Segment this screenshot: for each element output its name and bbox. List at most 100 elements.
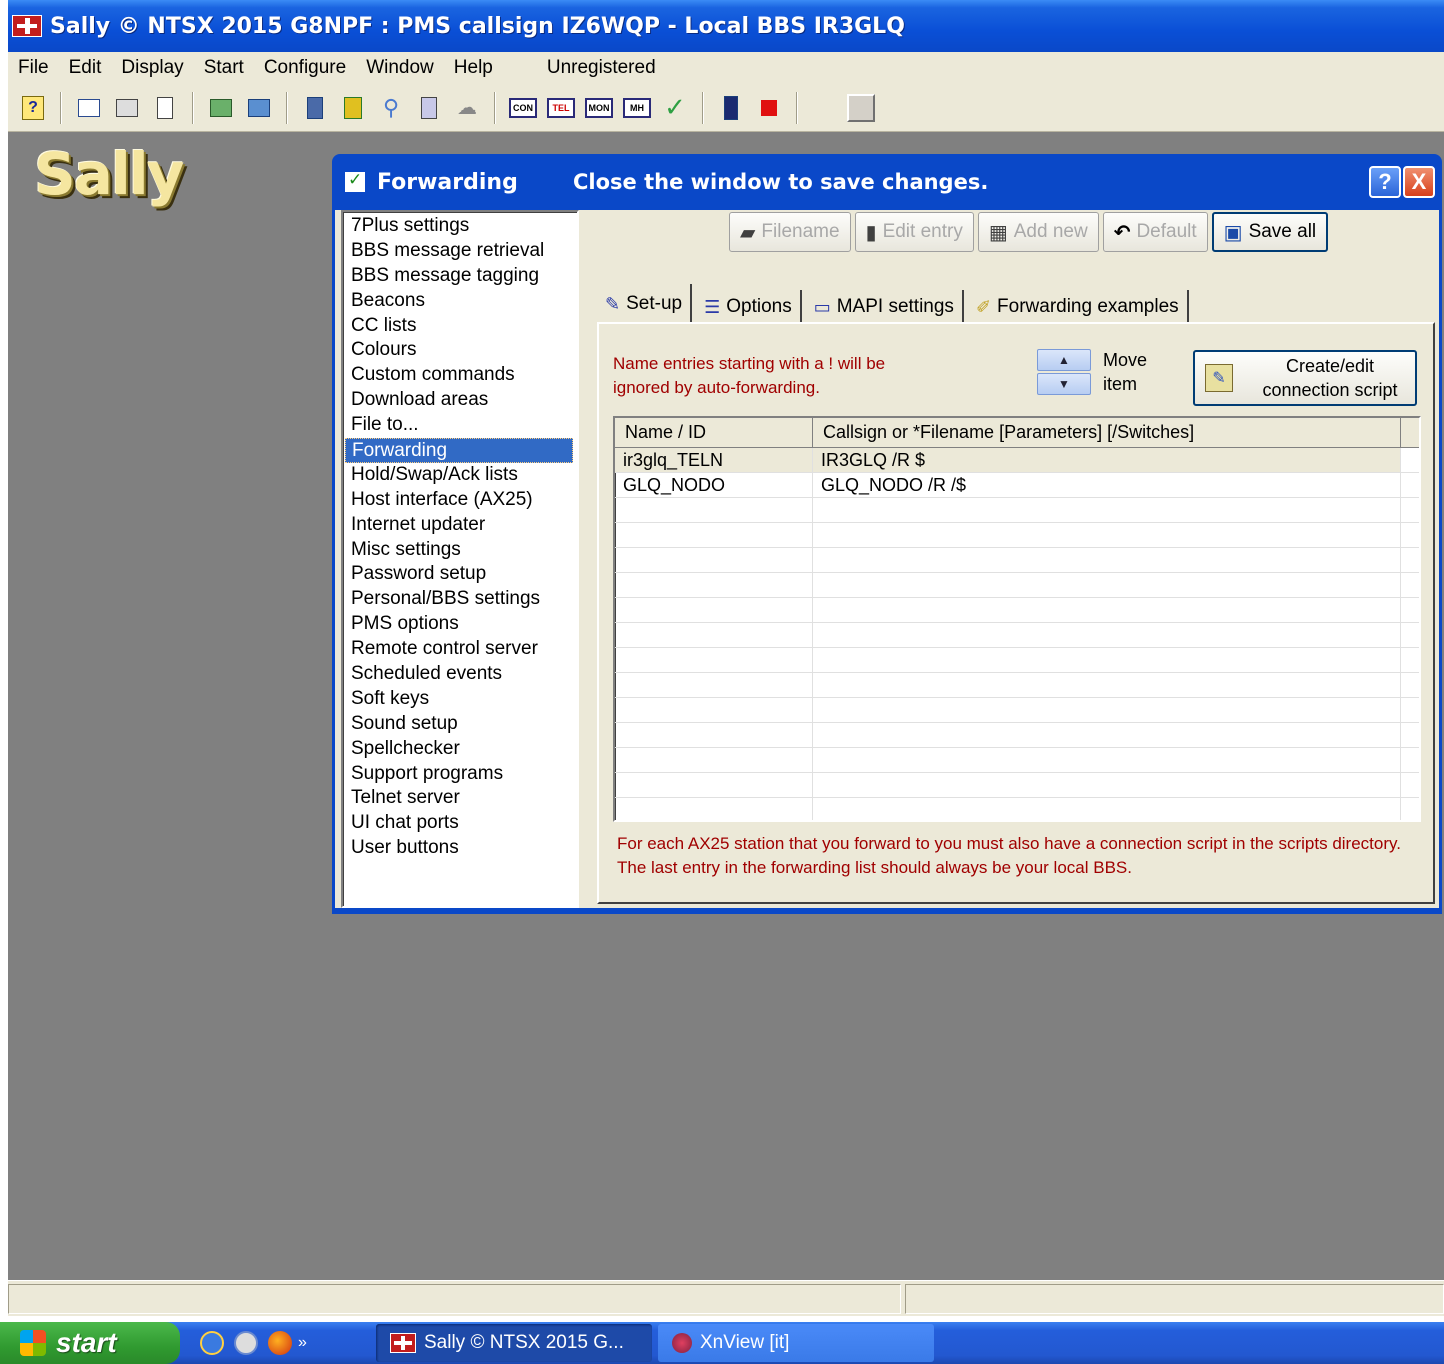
internet-explorer-icon[interactable]	[200, 1331, 224, 1355]
list-item[interactable]: Scheduled events	[343, 662, 577, 687]
category-list[interactable]: 7Plus settings BBS message retrieval BBS…	[341, 210, 579, 908]
column-header-name[interactable]: Name / ID	[615, 418, 813, 447]
list-item[interactable]: Colours	[343, 338, 577, 363]
list-item[interactable]: Internet updater	[343, 513, 577, 538]
table-row-empty[interactable]	[615, 548, 1419, 573]
tab-options[interactable]: ☰ Options	[696, 290, 802, 324]
menu-window[interactable]: Window	[356, 57, 444, 79]
list-item[interactable]: Sound setup	[343, 712, 577, 737]
list-item[interactable]: BBS message retrieval	[343, 239, 577, 264]
table-row-empty[interactable]	[615, 748, 1419, 773]
taskbar-item-xnview[interactable]: XnView [it]	[658, 1324, 934, 1362]
mon-icon[interactable]: MON	[584, 93, 614, 123]
export-icon[interactable]	[244, 93, 274, 123]
database-icon[interactable]	[338, 93, 368, 123]
gray-button-icon[interactable]	[846, 93, 876, 123]
list-item[interactable]: Host interface (AX25)	[343, 488, 577, 513]
table-row-empty[interactable]	[615, 573, 1419, 598]
table-cell-name[interactable]: GLQ_NODO	[615, 473, 813, 497]
tab-setup[interactable]: ✎ Set-up	[597, 284, 693, 324]
con-icon[interactable]: CON	[508, 93, 538, 123]
mh-icon[interactable]: MH	[622, 93, 652, 123]
menu-start[interactable]: Start	[194, 57, 254, 79]
table-cell-name[interactable]: ir3glq_TELN	[615, 448, 813, 472]
list-item[interactable]: 7Plus settings	[343, 214, 577, 239]
check-icon[interactable]: ✓	[660, 92, 690, 123]
table-row-empty[interactable]	[615, 498, 1419, 523]
exit-icon[interactable]	[716, 93, 746, 123]
default-button[interactable]: ↶ Default	[1102, 212, 1208, 252]
table-row[interactable]: ir3glq_TELN IR3GLQ /R $	[615, 448, 1419, 473]
stop-icon[interactable]	[754, 93, 784, 123]
table-row-empty[interactable]	[615, 623, 1419, 648]
menu-edit[interactable]: Edit	[59, 57, 112, 79]
table-row-empty[interactable]	[615, 723, 1419, 748]
list-item-selected[interactable]: Forwarding	[345, 438, 573, 463]
table-row-empty[interactable]	[615, 598, 1419, 623]
table-cell-callsign[interactable]: GLQ_NODO /R /$	[813, 473, 1401, 497]
tab-forwarding-examples[interactable]: ✐ Forwarding examples	[968, 290, 1189, 324]
list-item[interactable]: Custom commands	[343, 363, 577, 388]
table-row-empty[interactable]	[615, 648, 1419, 673]
list-item[interactable]: Download areas	[343, 388, 577, 413]
tab-mapi-settings[interactable]: ▭ MAPI settings	[806, 290, 964, 324]
tel-icon[interactable]: TEL	[546, 93, 576, 123]
list-item[interactable]: Password setup	[343, 562, 577, 587]
column-header-callsign[interactable]: Callsign or *Filename [Parameters] [/Swi…	[813, 418, 1401, 447]
status-pane-right	[904, 1284, 1444, 1314]
cloud-icon[interactable]: ☁	[452, 93, 482, 123]
taskbar-item-sally[interactable]: Sally © NTSX 2015 G...	[376, 1324, 652, 1362]
table-row-empty[interactable]	[615, 698, 1419, 723]
chevron-right-icon[interactable]: »	[298, 1334, 307, 1352]
start-button[interactable]: start	[0, 1322, 180, 1364]
list-item[interactable]: Telnet server	[343, 786, 577, 811]
script-button-label: Create/edit connection script	[1245, 354, 1415, 402]
list-item[interactable]: CC lists	[343, 314, 577, 339]
help-button[interactable]: ?	[1369, 166, 1401, 198]
help-icon[interactable]: ?	[18, 93, 48, 123]
list-item[interactable]: Remote control server	[343, 637, 577, 662]
save-all-button[interactable]: ▣ Save all	[1211, 212, 1329, 252]
document-icon[interactable]	[300, 93, 330, 123]
outlook-icon[interactable]	[234, 1331, 258, 1355]
menu-display[interactable]: Display	[111, 57, 193, 79]
list-item[interactable]: PMS options	[343, 612, 577, 637]
new-doc-icon[interactable]	[150, 93, 180, 123]
list-item[interactable]: Misc settings	[343, 538, 577, 563]
list-item[interactable]: Support programs	[343, 762, 577, 787]
move-up-button[interactable]: ▲	[1037, 349, 1091, 371]
create-edit-script-button[interactable]: ✎ Create/edit connection script	[1193, 350, 1417, 406]
add-new-button[interactable]: ▦ Add new	[977, 212, 1099, 252]
list-item[interactable]: User buttons	[343, 836, 577, 861]
list-item[interactable]: Personal/BBS settings	[343, 587, 577, 612]
table-row-empty[interactable]	[615, 523, 1419, 548]
import-icon[interactable]	[206, 93, 236, 123]
list-item[interactable]: BBS message tagging	[343, 264, 577, 289]
close-button[interactable]: X	[1403, 166, 1435, 198]
list-item[interactable]: Soft keys	[343, 687, 577, 712]
menu-help[interactable]: Help	[444, 57, 503, 79]
table-cell-callsign[interactable]: IR3GLQ /R $	[813, 448, 1401, 472]
move-down-button[interactable]: ▼	[1037, 373, 1091, 395]
window-icon[interactable]	[74, 93, 104, 123]
filename-button[interactable]: ▰ Filename	[729, 212, 851, 252]
table-row-empty[interactable]	[615, 773, 1419, 798]
menu-configure[interactable]: Configure	[254, 57, 356, 79]
list-item[interactable]: File to...	[343, 413, 577, 438]
forwarding-table[interactable]: Name / ID Callsign or *Filename [Paramet…	[613, 416, 1421, 822]
card-icon[interactable]	[112, 93, 142, 123]
table-row[interactable]: GLQ_NODO GLQ_NODO /R /$	[615, 473, 1419, 498]
list-item[interactable]: Spellchecker	[343, 737, 577, 762]
list-icon[interactable]	[414, 93, 444, 123]
menu-file[interactable]: File	[8, 57, 59, 79]
firefox-icon[interactable]	[268, 1331, 292, 1355]
search-icon[interactable]: ⚲	[376, 93, 406, 123]
table-row-empty[interactable]	[615, 673, 1419, 698]
list-item[interactable]: Beacons	[343, 289, 577, 314]
list-item[interactable]: UI chat ports	[343, 811, 577, 836]
table-row-empty[interactable]	[615, 798, 1419, 820]
edit-entry-button[interactable]: ▮ Edit entry	[854, 212, 974, 252]
list-item[interactable]: Hold/Swap/Ack lists	[343, 463, 577, 488]
mon-label: MON	[585, 97, 613, 118]
script-icon: ✎	[1205, 364, 1233, 392]
